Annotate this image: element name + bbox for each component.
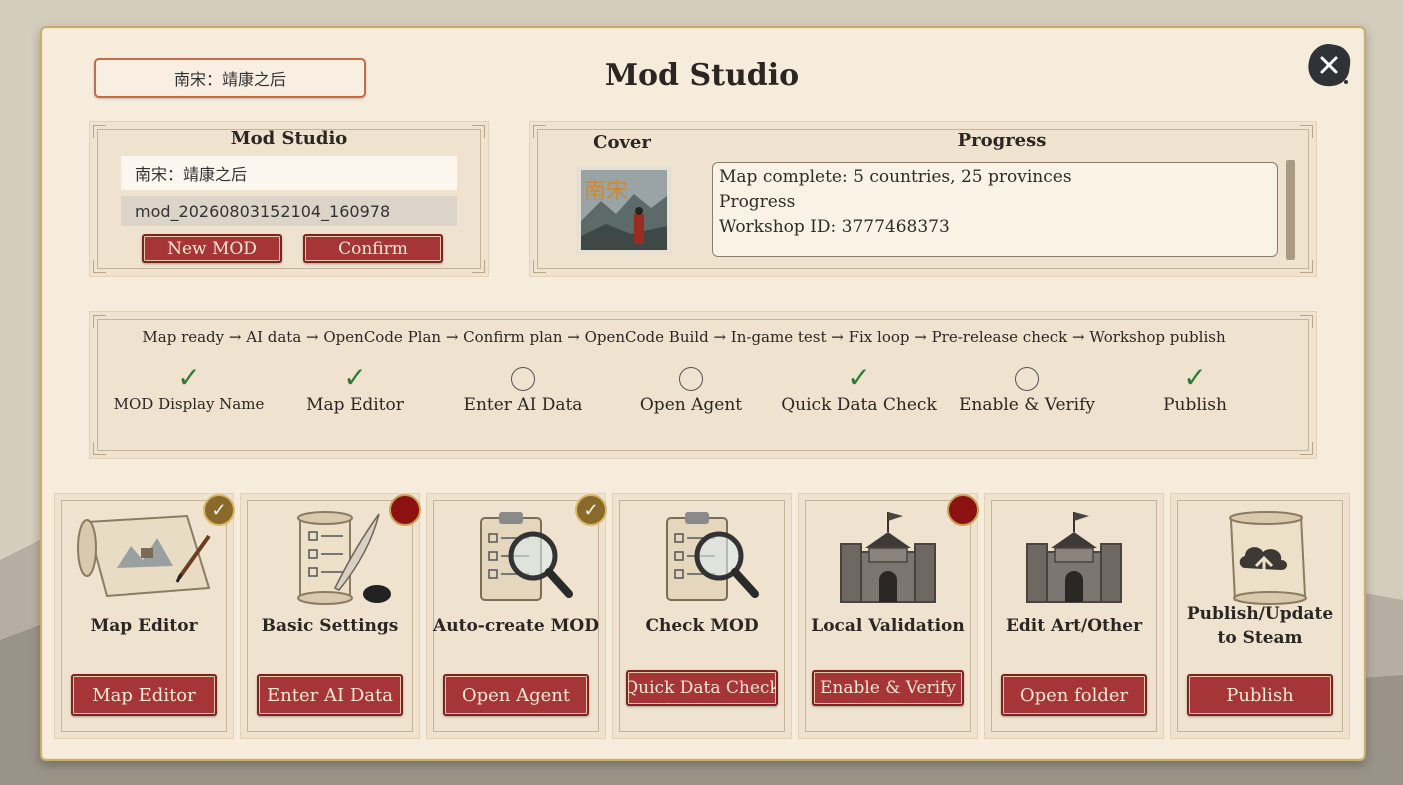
scroll-quill-icon xyxy=(297,511,391,605)
card-check-mod: Check MOD Quick Data Check xyxy=(612,493,792,739)
step-quick-check: ✓ Quick Data Check xyxy=(775,361,943,416)
cover-image[interactable]: 南宋 xyxy=(576,166,672,254)
step-label: Enable & Verify xyxy=(958,395,1096,415)
fortress-icon xyxy=(1026,512,1122,603)
completed-badge-icon: ✓ xyxy=(203,494,235,526)
checkmark-icon: ✓ xyxy=(1183,361,1207,394)
clipboard-magnifier-icon xyxy=(666,512,759,601)
publish-button[interactable]: Publish xyxy=(1187,674,1333,716)
card-map-editor: ✓ Map Editor Map Editor xyxy=(54,493,235,739)
confirm-button[interactable]: Confirm xyxy=(303,234,443,263)
map-editor-button[interactable]: Map Editor xyxy=(71,674,217,716)
progress-line: Map complete: 5 countries, 25 provinces xyxy=(719,167,1072,187)
incomplete-badge-icon xyxy=(947,494,979,526)
pending-circle-icon xyxy=(1015,367,1039,391)
mod-id-field[interactable]: mod_20260803152104_160978 xyxy=(121,196,457,226)
card-title: Publish/Update to Steam xyxy=(1186,604,1334,648)
card-title: Edit Art/Other xyxy=(1005,616,1143,636)
card-publish-steam: Publish/Update to Steam Publish xyxy=(1170,493,1350,739)
card-local-validation: Local Validation Enable & Verify xyxy=(798,493,979,739)
card-title: Auto-create MOD xyxy=(433,616,599,636)
card-edit-art: Edit Art/Other Open folder xyxy=(984,493,1164,739)
checkmark-icon: ✓ xyxy=(847,361,871,394)
step-label: Enter AI Data xyxy=(463,395,583,415)
step-publish: ✓ Publish xyxy=(1111,361,1279,416)
page-title: Mod Studio xyxy=(604,58,800,93)
mod-studio-box: Mod Studio 南宋：靖康之后 mod_20260803152104_16… xyxy=(89,121,489,277)
step-display-name: ✓ MOD Display Name xyxy=(105,361,273,414)
cover-title: Cover xyxy=(593,132,651,153)
checkmark-icon: ✓ xyxy=(177,361,201,394)
progress-title: Progress xyxy=(957,130,1047,151)
progress-line: Workshop ID: 3777468373 xyxy=(719,217,950,237)
progress-scrollbar[interactable] xyxy=(1286,160,1295,260)
step-ai-data: Enter AI Data xyxy=(439,363,607,415)
checkmark-icon: ✓ xyxy=(343,361,367,394)
card-auto-create: ✓ Auto-create MOD Open Agent xyxy=(426,493,607,739)
step-label: Quick Data Check xyxy=(781,395,937,415)
step-map-editor: ✓ Map Editor xyxy=(271,361,439,416)
step-label: MOD Display Name xyxy=(113,395,265,413)
card-basic-settings: Basic Settings Enter AI Data xyxy=(240,493,421,739)
pending-circle-icon xyxy=(511,367,535,391)
studio-title: Mod Studio xyxy=(230,128,348,149)
quick-data-check-button[interactable]: Quick Data Check xyxy=(626,670,778,706)
map-scroll-icon xyxy=(77,514,211,598)
progress-line: Progress xyxy=(719,192,796,212)
fortress-icon xyxy=(840,512,936,603)
card-title: Local Validation xyxy=(811,616,965,636)
card-title: Check MOD xyxy=(645,616,759,636)
pipeline-flow-text: Map ready → AI data → OpenCode Plan → Co… xyxy=(142,328,1226,346)
progress-textbox: Map complete: 5 countries, 25 provinces … xyxy=(712,162,1278,257)
cloud-upload-scroll-icon xyxy=(1229,511,1307,605)
open-folder-button[interactable]: Open folder xyxy=(1001,674,1147,716)
step-enable-verify: Enable & Verify xyxy=(943,363,1111,415)
pending-circle-icon xyxy=(679,367,703,391)
completed-badge-icon: ✓ xyxy=(575,494,607,526)
step-label: Publish xyxy=(1163,395,1227,415)
mod-studio-panel: 南宋：靖康之后 Mod Studio Mod Studio 南宋：靖康之后 mo… xyxy=(40,26,1366,761)
step-label: Open Agent xyxy=(639,395,743,415)
new-mod-button[interactable]: New MOD xyxy=(142,234,282,263)
incomplete-badge-icon xyxy=(389,494,421,526)
step-open-agent: Open Agent xyxy=(607,363,775,415)
card-title: Basic Settings xyxy=(261,616,399,636)
cover-calligraphy: 南宋 xyxy=(584,179,628,204)
enable-verify-button[interactable]: Enable & Verify xyxy=(812,670,964,706)
card-title: Map Editor xyxy=(90,616,198,636)
step-label: Map Editor xyxy=(306,395,404,415)
mod-name-field[interactable]: 南宋：靖康之后 xyxy=(121,156,457,190)
open-agent-button[interactable]: Open Agent xyxy=(443,674,589,716)
clipboard-magnifier-icon xyxy=(480,512,573,601)
current-mod-selector[interactable]: 南宋：靖康之后 xyxy=(94,58,366,98)
enter-ai-data-button[interactable]: Enter AI Data xyxy=(257,674,403,716)
close-icon[interactable] xyxy=(1306,42,1352,88)
